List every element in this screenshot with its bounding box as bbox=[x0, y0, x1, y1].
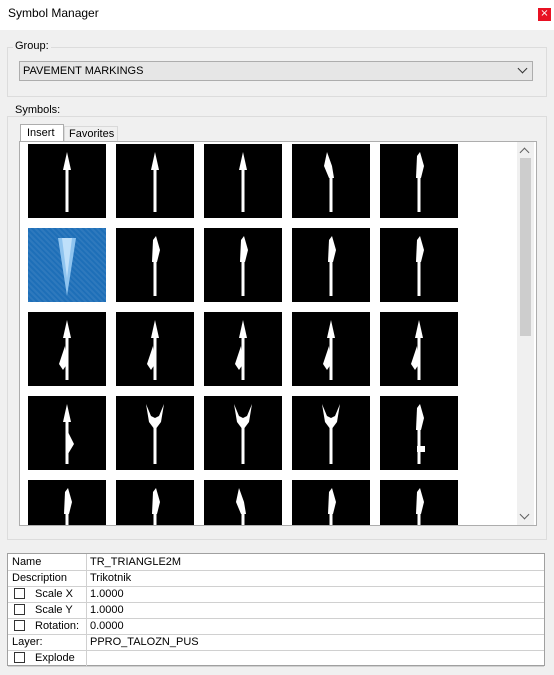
symbol-tile[interactable] bbox=[292, 480, 370, 525]
property-row-scale-y: Scale Y 1.0000 bbox=[8, 602, 544, 619]
description-value[interactable]: Trikotnik bbox=[90, 572, 131, 584]
name-value[interactable]: TR_TRIANGLE2M bbox=[90, 556, 181, 568]
group-dropdown-value: PAVEMENT MARKINGS bbox=[23, 65, 144, 77]
arrow-bend-right-icon bbox=[328, 236, 336, 296]
arrow-straight-icon bbox=[239, 152, 247, 212]
symbol-tile[interactable] bbox=[28, 144, 106, 218]
symbol-tile[interactable] bbox=[380, 228, 458, 302]
scale-y-label: Scale Y bbox=[35, 604, 73, 616]
symbol-grid-scrollbar[interactable] bbox=[517, 142, 534, 525]
arrow-bend-right-icon bbox=[416, 152, 424, 212]
arrow-bend-right-icon bbox=[152, 236, 160, 296]
arrow-bend-right-icon bbox=[416, 236, 424, 296]
arrow-straight-left-icon bbox=[59, 320, 71, 380]
symbol-tile[interactable] bbox=[28, 228, 106, 302]
explode-label: Explode bbox=[35, 652, 75, 664]
arrow-double-bend-icon bbox=[146, 404, 164, 464]
symbol-tile[interactable] bbox=[116, 144, 194, 218]
property-row-description: Description Trikotnik bbox=[8, 570, 544, 587]
property-row-explode: Explode bbox=[8, 650, 544, 667]
symbol-tile[interactable] bbox=[292, 144, 370, 218]
symbol-tile[interactable] bbox=[204, 312, 282, 386]
close-button[interactable]: × bbox=[538, 8, 551, 21]
title-bar: Symbol Manager × bbox=[0, 0, 554, 30]
symbol-tile[interactable] bbox=[292, 228, 370, 302]
arrow-straight-left-icon bbox=[235, 320, 247, 380]
scroll-down-icon[interactable] bbox=[519, 509, 530, 520]
arrow-bend-right-icon bbox=[64, 488, 72, 525]
scroll-thumb[interactable] bbox=[520, 158, 531, 336]
group-dropdown[interactable]: PAVEMENT MARKINGS bbox=[19, 61, 533, 81]
arrow-bend-right-icon bbox=[152, 488, 160, 525]
arrow-double-bend-icon bbox=[322, 404, 340, 464]
scale-x-checkbox[interactable] bbox=[14, 588, 25, 599]
description-label: Description bbox=[12, 572, 68, 584]
rotation-value[interactable]: 0.0000 bbox=[90, 620, 124, 632]
property-row-layer: Layer: PPRO_TALOZN_PUS bbox=[8, 634, 544, 651]
symbols-label: Symbols: bbox=[13, 104, 63, 116]
symbol-tile[interactable] bbox=[292, 312, 370, 386]
name-label: Name bbox=[12, 556, 42, 568]
arrow-bend-right-icon bbox=[416, 488, 424, 525]
symbol-grid bbox=[19, 141, 537, 526]
rotation-label: Rotation: bbox=[35, 620, 80, 632]
arrow-bend-left-icon bbox=[324, 152, 334, 212]
chevron-down-icon bbox=[517, 63, 528, 74]
arrow-straight-left-icon bbox=[411, 320, 423, 380]
property-row-scale-x: Scale X 1.0000 bbox=[8, 586, 544, 603]
arrow-double-bend-icon bbox=[234, 404, 252, 464]
symbol-tile[interactable] bbox=[28, 480, 106, 525]
symbol-tile[interactable] bbox=[204, 480, 282, 525]
scale-x-label: Scale X bbox=[35, 588, 73, 600]
symbol-tile[interactable] bbox=[380, 312, 458, 386]
arrow-bend-right-icon bbox=[328, 488, 336, 525]
symbol-tile[interactable] bbox=[116, 396, 194, 470]
scale-y-checkbox[interactable] bbox=[14, 604, 25, 615]
symbol-tile[interactable] bbox=[204, 228, 282, 302]
tab-favorites[interactable]: Favorites bbox=[64, 126, 118, 142]
arrow-straight-left-icon bbox=[147, 320, 159, 380]
arrow-right-hook-icon bbox=[416, 404, 425, 464]
arrow-straight-icon bbox=[63, 152, 71, 212]
scale-x-value[interactable]: 1.0000 bbox=[90, 588, 124, 600]
symbol-tile[interactable] bbox=[28, 396, 106, 470]
scale-y-value[interactable]: 1.0000 bbox=[90, 604, 124, 616]
symbol-tile[interactable] bbox=[204, 396, 282, 470]
symbol-tile[interactable] bbox=[204, 144, 282, 218]
symbol-tile[interactable] bbox=[116, 480, 194, 525]
arrow-bend-right-icon bbox=[240, 236, 248, 296]
symbol-tile[interactable] bbox=[116, 312, 194, 386]
property-row-name: Name TR_TRIANGLE2M bbox=[8, 554, 544, 571]
window-title: Symbol Manager bbox=[8, 6, 99, 20]
layer-label: Layer: bbox=[12, 636, 43, 648]
arrow-straight-icon bbox=[151, 152, 159, 212]
symbol-tile[interactable] bbox=[380, 144, 458, 218]
property-row-rotation: Rotation: 0.0000 bbox=[8, 618, 544, 635]
symbol-tile[interactable] bbox=[380, 480, 458, 525]
group-label: Group: bbox=[13, 40, 51, 52]
rotation-checkbox[interactable] bbox=[14, 620, 25, 631]
symbol-tile[interactable] bbox=[380, 396, 458, 470]
layer-value[interactable]: PPRO_TALOZN_PUS bbox=[90, 636, 199, 648]
arrow-straight-right-icon bbox=[63, 404, 74, 464]
symbol-tile[interactable] bbox=[292, 396, 370, 470]
properties-grid: Name TR_TRIANGLE2M Description Trikotnik… bbox=[7, 553, 545, 667]
symbol-tile[interactable] bbox=[116, 228, 194, 302]
scroll-up-icon[interactable] bbox=[519, 147, 530, 158]
explode-checkbox[interactable] bbox=[14, 652, 25, 663]
arrow-straight-left-icon bbox=[323, 320, 335, 380]
symbol-tile[interactable] bbox=[28, 312, 106, 386]
triangle-icon bbox=[58, 238, 76, 296]
arrow-bend-left-icon bbox=[236, 488, 246, 525]
